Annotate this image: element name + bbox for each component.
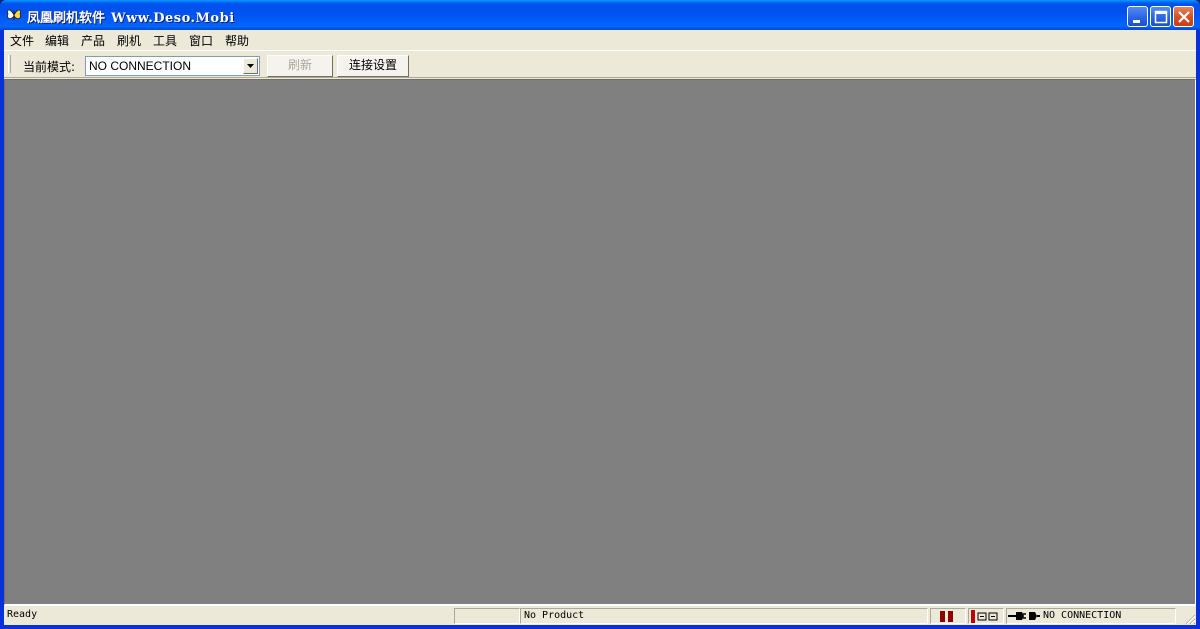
butterfly-app-icon	[7, 9, 21, 20]
menu-help[interactable]: 帮助	[225, 32, 249, 49]
window-title: 凤凰刷机软件 Www.Deso.Mobi	[27, 7, 235, 26]
status-product: No Product	[520, 608, 928, 624]
status-bar: Ready No Product NO CONNECTION	[4, 605, 1196, 625]
status-pane-empty	[454, 608, 520, 624]
app-window: 凤凰刷机软件 Www.Deso.Mobi 文件 编辑 产品 刷机 工具 窗口 帮助…	[0, 0, 1200, 629]
window-title-name: 凤凰刷机软件	[27, 11, 106, 26]
chevron-down-icon	[247, 64, 254, 68]
refresh-button[interactable]: 刷新	[267, 55, 333, 77]
close-button[interactable]	[1173, 6, 1194, 27]
mode-select[interactable]: NO CONNECTION	[85, 56, 260, 76]
maximize-button[interactable]	[1150, 6, 1171, 27]
menu-edit[interactable]: 编辑	[45, 32, 69, 49]
window-frame-bottom	[0, 625, 1200, 629]
connection-settings-button[interactable]: 连接设置	[337, 55, 409, 77]
pause-indicator-icon	[940, 611, 953, 622]
resize-grip-icon[interactable]	[1184, 613, 1196, 625]
status-pause-pane	[930, 608, 966, 624]
plug-disconnected-icon	[1008, 612, 1040, 620]
client-area: 文件 编辑 产品 刷机 工具 窗口 帮助 当前模式: NO CONNECTION…	[4, 30, 1196, 625]
toolbar-grip[interactable]	[8, 55, 11, 73]
maximize-icon	[1154, 10, 1168, 24]
status-connection-pane: NO CONNECTION	[1006, 608, 1176, 624]
menu-window[interactable]: 窗口	[189, 32, 213, 49]
status-text: Ready	[7, 609, 38, 620]
mdi-workspace	[4, 79, 1196, 605]
status-port-pane	[968, 608, 1004, 624]
minimize-icon	[1133, 20, 1140, 23]
menu-bar: 文件 编辑 产品 刷机 工具 窗口 帮助	[4, 30, 1196, 50]
title-bar[interactable]: 凤凰刷机软件 Www.Deso.Mobi	[0, 0, 1200, 30]
menu-file[interactable]: 文件	[10, 32, 34, 49]
menu-product[interactable]: 产品	[81, 32, 105, 49]
close-icon	[1178, 11, 1190, 23]
minimize-button[interactable]	[1127, 6, 1148, 27]
menu-tools[interactable]: 工具	[153, 32, 177, 49]
menu-flash[interactable]: 刷机	[117, 32, 141, 49]
toolbar: 当前模式: NO CONNECTION 刷新 连接设置	[4, 50, 1196, 78]
window-title-url: Www.Deso.Mobi	[111, 11, 235, 26]
mode-select-dropdown-button[interactable]	[243, 58, 258, 74]
status-connection-text: NO CONNECTION	[1043, 610, 1122, 621]
mode-select-value: NO CONNECTION	[89, 59, 191, 73]
mode-label: 当前模式:	[23, 60, 76, 74]
port-indicator-icon	[971, 610, 998, 623]
